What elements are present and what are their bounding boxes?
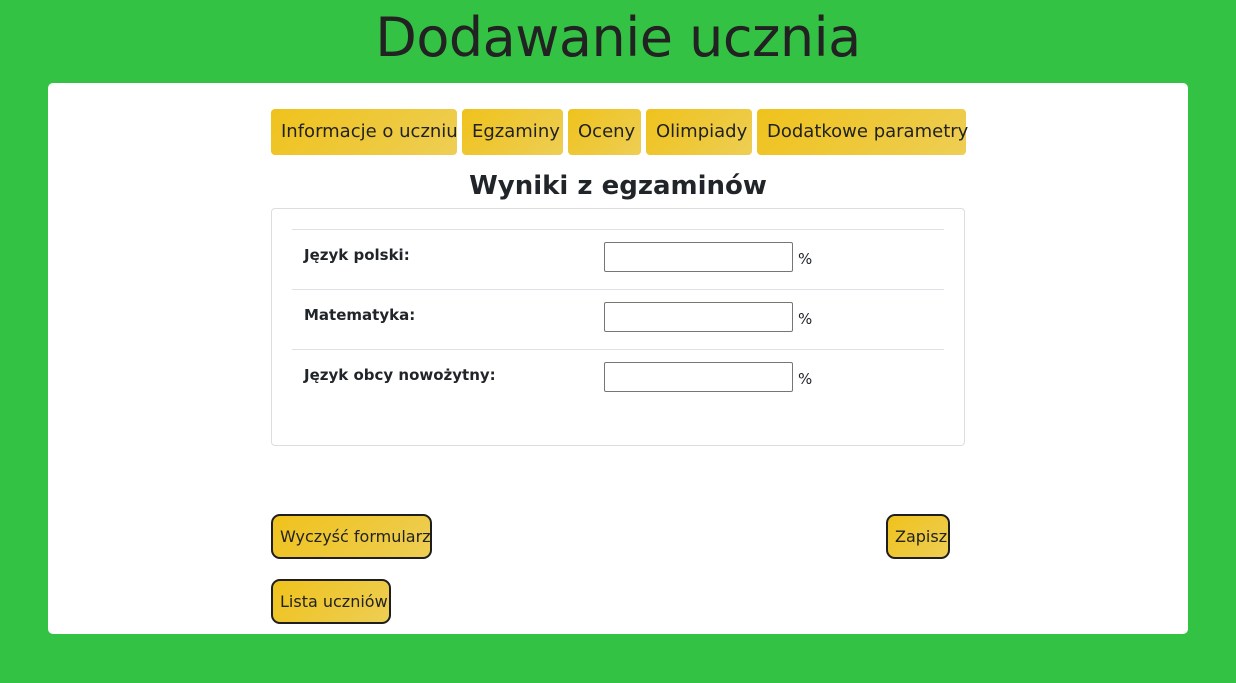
form-card: Informacje o uczniu Egzaminy Oceny Olimp… [48, 83, 1188, 634]
student-list-button[interactable]: Lista uczniów [271, 579, 391, 624]
exam-row-math: Matematyka: % [292, 289, 944, 350]
tab-exams[interactable]: Egzaminy [462, 109, 563, 155]
percent-unit: % [798, 310, 813, 328]
tab-grades[interactable]: Oceny [568, 109, 641, 155]
tab-olympiads[interactable]: Olimpiady [646, 109, 752, 155]
tab-additional-parameters[interactable]: Dodatkowe parametry [757, 109, 968, 155]
exam-label-polish: Język polski: [304, 246, 410, 264]
exam-row-polish: Język polski: % [292, 229, 944, 290]
clear-form-button[interactable]: Wyczyść formularz [271, 514, 432, 559]
percent-unit: % [798, 370, 813, 388]
exam-label-math: Matematyka: [304, 306, 416, 324]
foreign-language-score-input[interactable] [604, 362, 793, 392]
percent-unit: % [798, 250, 813, 268]
save-button[interactable]: Zapisz [886, 514, 950, 559]
exam-row-foreign-language: Język obcy nowożytny: % [292, 349, 944, 410]
page-title: Dodawanie ucznia [375, 6, 861, 69]
section-title: Wyniki z egzaminów [469, 171, 767, 201]
polish-score-input[interactable] [604, 242, 793, 272]
tab-student-info[interactable]: Informacje o uczniu [271, 109, 458, 155]
exam-label-foreign-language: Język obcy nowożytny: [304, 366, 496, 384]
tab-bar: Informacje o uczniu Egzaminy Oceny Olimp… [271, 109, 968, 155]
math-score-input[interactable] [604, 302, 793, 332]
exam-results-panel: Język polski: % Matematyka: % Język obcy… [271, 208, 965, 446]
